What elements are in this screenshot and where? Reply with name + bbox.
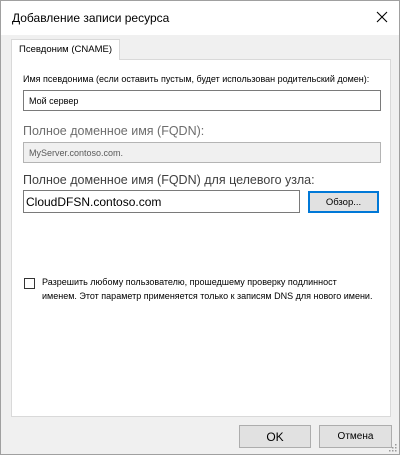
dialog-title: Добавление записи ресурса	[12, 11, 170, 25]
tab-cname[interactable]: Псевдоним (CNAME)	[11, 39, 120, 60]
tab-panel: Имя псевдонима (если оставить пустым, бу…	[11, 59, 391, 417]
fqdn-label: Полное доменное имя (FQDN):	[23, 124, 205, 138]
close-button[interactable]	[365, 1, 399, 33]
alias-label: Имя псевдонима (если оставить пустым, бу…	[23, 74, 370, 84]
fqdn-field: MyServer.contoso.com.	[23, 142, 381, 163]
target-label: Полное доменное имя (FQDN) для целевого …	[23, 173, 315, 187]
dialog-window: Добавление записи ресурса Псевдоним (CNA…	[0, 0, 400, 455]
title-bar: Добавление записи ресурса	[1, 1, 399, 35]
ok-button[interactable]: OK	[239, 425, 311, 448]
target-host-input[interactable]: CloudDFSN.contoso.com	[23, 190, 300, 213]
permission-checkbox[interactable]	[24, 278, 35, 289]
permission-line2: именем. Этот параметр применяется только…	[42, 291, 373, 301]
alias-input[interactable]: Мой сервер	[23, 90, 381, 111]
browse-button[interactable]: Обзор...	[308, 191, 379, 213]
cancel-button[interactable]: Отмена	[319, 425, 392, 448]
permission-line1: Разрешить любому пользователю, прошедшем…	[42, 277, 337, 287]
close-icon	[376, 11, 388, 23]
resize-grip-icon[interactable]	[387, 442, 397, 452]
